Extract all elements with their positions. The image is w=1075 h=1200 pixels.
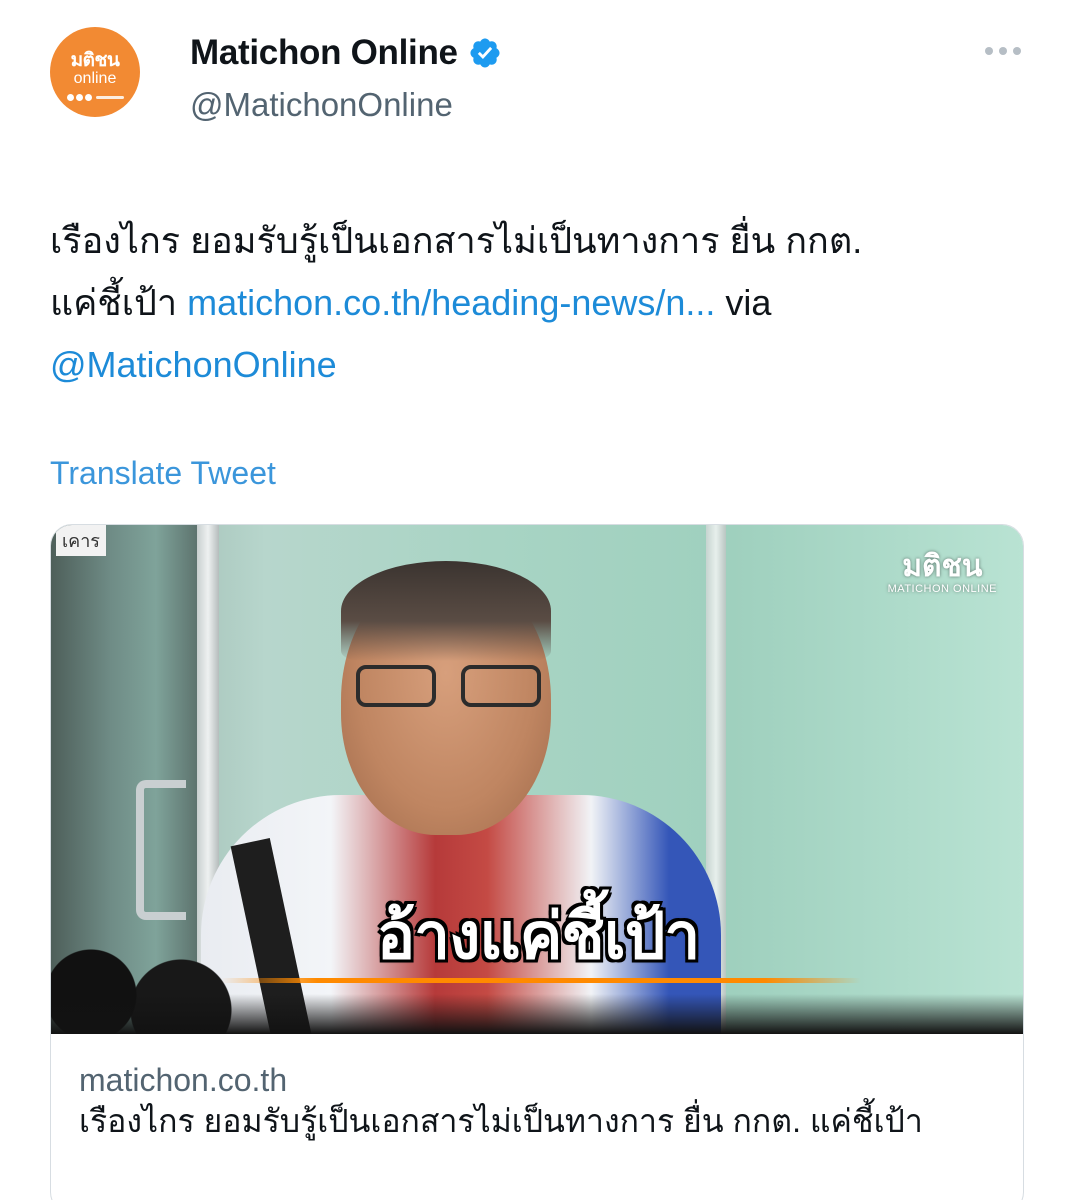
card-title: เรืองไกร ยอมรับรู้เป็นเอกสารไม่เป็นทางกา… bbox=[79, 1103, 923, 1139]
card-image-watermark: มติชน MATICHON ONLINE bbox=[887, 549, 997, 596]
tweet: มติชน online Matichon Online @MatichonOn… bbox=[0, 0, 1075, 1200]
verified-badge-icon bbox=[470, 38, 500, 68]
card-image-caption: อ้างแค่ชี้เป้า bbox=[376, 900, 701, 974]
tweet-text-via: via bbox=[715, 282, 772, 323]
tweet-text-line2: แค่ชี้เป้า bbox=[50, 282, 188, 323]
card-domain: matichon.co.th bbox=[79, 1062, 288, 1098]
tweet-mention[interactable]: @MatichonOnline bbox=[50, 344, 337, 385]
author-name-row: Matichon Online bbox=[190, 33, 502, 73]
more-options-icon[interactable] bbox=[985, 47, 1021, 55]
avatar-sub-text: online bbox=[73, 69, 117, 87]
translate-tweet-link[interactable]: Translate Tweet bbox=[50, 455, 276, 492]
avatar-image: มติชน online bbox=[50, 27, 140, 117]
avatar[interactable]: มติชน online bbox=[50, 27, 140, 139]
tweet-link[interactable]: matichon.co.th/heading-news/n... bbox=[187, 282, 715, 323]
avatar-social-icons bbox=[66, 93, 124, 101]
tweet-text: เรืองไกร ยอมรับรู้เป็นเอกสารไม่เป็นทางกา… bbox=[50, 210, 1010, 396]
watermark-logo: มติชน bbox=[902, 549, 983, 584]
link-preview-card[interactable]: เคาร อ้างแค่ชี้เป้า มติชน MATICHON ONLIN… bbox=[50, 524, 1024, 1200]
card-image: เคาร อ้างแค่ชี้เป้า มติชน MATICHON ONLIN… bbox=[51, 525, 1023, 1034]
author-display-name[interactable]: Matichon Online bbox=[190, 33, 458, 73]
glasses bbox=[356, 665, 546, 710]
card-meta: matichon.co.th เรืองไกร ยอมรับรู้เป็นเอก… bbox=[51, 1034, 1023, 1142]
author-handle[interactable]: @MatichonOnline bbox=[190, 86, 453, 124]
watermark-sub: MATICHON ONLINE bbox=[887, 583, 997, 595]
card-image-corner-text: เคาร bbox=[56, 525, 106, 556]
avatar-logo-text: มติชน bbox=[70, 48, 120, 71]
tweet-text-line1: เรืองไกร ยอมรับรู้เป็นเอกสารไม่เป็นทางกา… bbox=[50, 220, 863, 261]
